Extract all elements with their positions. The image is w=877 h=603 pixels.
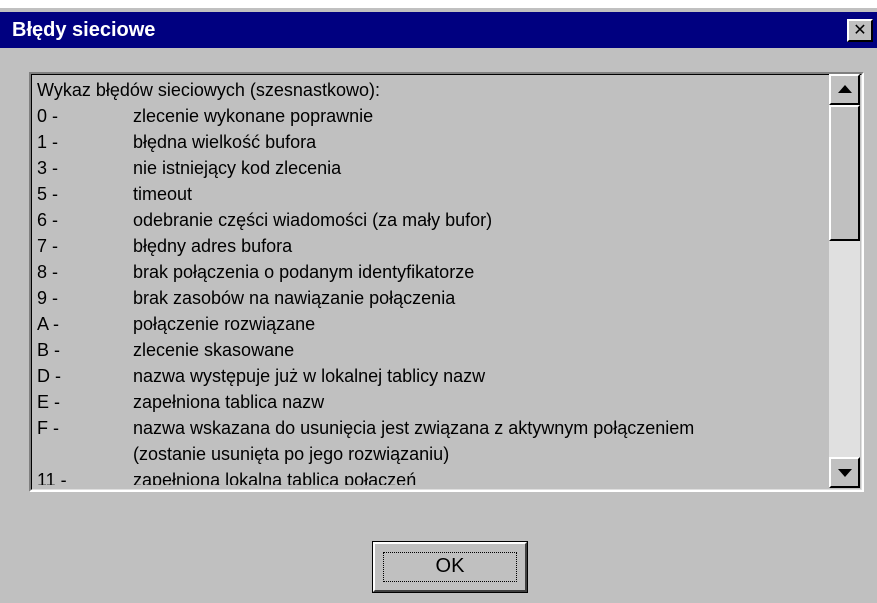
error-code: F -: [37, 418, 59, 438]
scroll-up-button[interactable]: [829, 74, 860, 105]
list-item: 0 - zlecenie wykonane poprawnie: [37, 103, 827, 129]
error-description: błędny adres bufora: [133, 236, 293, 256]
list-item: 11 - zapełniona lokalna tablica połączeń: [37, 467, 827, 485]
list-item: E - zapełniona tablica nazw: [37, 389, 827, 415]
error-code: 6 -: [37, 210, 59, 230]
title-bar[interactable]: Błędy sieciowe: [0, 12, 877, 48]
error-description: zapełniona lokalna tablica połączeń: [133, 470, 417, 485]
arrow-down-icon: [838, 469, 852, 477]
error-code: 8 -: [37, 262, 59, 282]
list-item: B - zlecenie skasowane: [37, 337, 827, 363]
error-code: 5 -: [37, 184, 59, 204]
error-description: zlecenie skasowane: [133, 340, 295, 360]
error-code: 1 -: [37, 132, 59, 152]
error-list-box[interactable]: Wykaz błędów sieciowych (szesnastkowo): …: [29, 72, 864, 492]
error-code: 9 -: [37, 288, 59, 308]
error-description: połączenie rozwiązane: [133, 314, 316, 334]
error-code: D -: [37, 366, 61, 386]
error-code: A -: [37, 314, 60, 334]
error-description: brak zasobów na nawiązanie połączenia: [133, 288, 456, 308]
ok-button[interactable]: OK: [372, 541, 528, 593]
list-item: 1 - błędna wielkość bufora: [37, 129, 827, 155]
error-description: zapełniona tablica nazw: [133, 392, 325, 412]
list-item: 9 - brak zasobów na nawiązanie połączenia: [37, 285, 827, 311]
list-item: 8 - brak połączenia o podanym identyfikat…: [37, 259, 827, 285]
error-code: 11 -: [37, 470, 67, 485]
arrow-up-icon: [838, 85, 852, 93]
error-description: nazwa wskazana do usunięcia jest związan…: [133, 418, 695, 438]
error-code: B -: [37, 340, 61, 360]
error-code: 3 -: [37, 158, 59, 178]
list-header: Wykaz błędów sieciowych (szesnastkowo):: [37, 77, 827, 103]
list-header-text: Wykaz błędów sieciowych (szesnastkowo):: [37, 80, 380, 100]
error-description: błędna wielkość bufora: [133, 132, 317, 152]
vertical-scrollbar[interactable]: [829, 74, 860, 488]
list-item: A - połączenie rozwiązane: [37, 311, 827, 337]
error-description: timeout: [133, 184, 193, 204]
error-description: nie istniejący kod zlecenia: [133, 158, 342, 178]
close-icon: ✕: [853, 20, 867, 39]
list-item: (zostanie usunięta po jego rozwiązaniu): [37, 441, 827, 467]
list-item: D - nazwa występuje już w lokalnej tablic…: [37, 363, 827, 389]
list-item: F - nazwa wskazana do usunięcia jest zwią…: [37, 415, 827, 441]
error-description: zlecenie wykonane poprawnie: [133, 106, 374, 126]
error-description: odebranie części wiadomości (za mały buf…: [133, 210, 493, 230]
close-button[interactable]: ✕: [847, 19, 873, 42]
scroll-down-button[interactable]: [829, 457, 860, 488]
error-code: 7 -: [37, 236, 59, 256]
error-description: brak połączenia o podanym identyfikatorz…: [133, 262, 475, 282]
list-item: 7 - błędny adres bufora: [37, 233, 827, 259]
list-item: 5 - timeout: [37, 181, 827, 207]
scrollbar-thumb[interactable]: [829, 105, 860, 241]
error-description: (zostanie usunięta po jego rozwiązaniu): [133, 444, 450, 464]
ok-button-label: OK: [383, 552, 517, 582]
list-item: 3 - nie istniejący kod zlecenia: [37, 155, 827, 181]
window-title: Błędy sieciowe: [12, 19, 156, 41]
list-item: 6 - odebranie części wiadomości (za mały …: [37, 207, 827, 233]
error-list-content: Wykaz błędów sieciowych (szesnastkowo): …: [37, 77, 827, 485]
error-code: 0 -: [37, 106, 59, 126]
error-code: E -: [37, 392, 61, 412]
error-description: nazwa występuje już w lokalnej tablicy n…: [133, 366, 486, 386]
